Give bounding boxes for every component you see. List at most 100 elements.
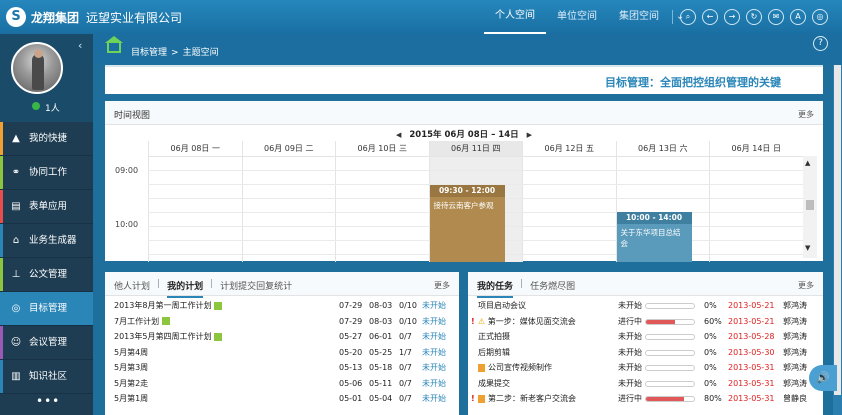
sidebar-item-builder[interactable]: ⌂ 业务生成器 bbox=[0, 224, 93, 258]
plan-name[interactable]: 7月工作计划 bbox=[114, 314, 171, 330]
tab-plan-stats[interactable]: 计划提交回复统计 bbox=[220, 279, 292, 298]
scroll-down-icon[interactable]: ▼ bbox=[805, 244, 810, 252]
task-name[interactable]: 公司宣传视频制作 bbox=[478, 360, 552, 376]
plan-name[interactable]: 5月第1周 bbox=[114, 391, 148, 407]
plan-start: 05-01 bbox=[339, 394, 363, 403]
next-week-icon[interactable]: ▶ bbox=[527, 131, 532, 139]
plan-name[interactable]: 5月第3周 bbox=[114, 360, 148, 376]
day-column[interactable] bbox=[522, 157, 616, 262]
task-due-date: 2013-05-31 bbox=[728, 378, 775, 388]
plan-status: 未开始 bbox=[422, 332, 446, 341]
task-title: 成果提交 bbox=[478, 378, 510, 388]
list-item[interactable]: 2013年5月第四周工作计划 05-27 06-01 0/7 未开始 bbox=[105, 329, 459, 345]
task-name[interactable]: 第二步：新老客户交流会 bbox=[478, 391, 576, 407]
breadcrumb-theme-space[interactable]: 主题空间 bbox=[183, 48, 219, 58]
plan-start: 07-29 bbox=[339, 301, 363, 310]
sidebar-more-icon[interactable]: ••• bbox=[36, 394, 60, 408]
task-status: 未开始 bbox=[618, 378, 642, 388]
help-icon[interactable]: ? bbox=[813, 36, 828, 51]
task-name[interactable]: 成果提交 bbox=[478, 376, 510, 392]
task-percent: 0% bbox=[704, 363, 717, 372]
scroll-thumb[interactable] bbox=[806, 200, 814, 210]
sidebar-item-meetings[interactable]: ☺ 会议管理 bbox=[0, 326, 93, 360]
doc-icon bbox=[478, 394, 485, 403]
list-item[interactable]: 7月工作计划 07-29 08-03 0/10 未开始 bbox=[105, 314, 459, 330]
day-column[interactable] bbox=[335, 157, 429, 262]
plan-name[interactable]: 5月第2走 bbox=[114, 376, 148, 392]
list-item[interactable]: 5月第1周 05-01 05-04 0/7 未开始 bbox=[105, 391, 459, 407]
nav-group-space[interactable]: 集团空间 bbox=[608, 0, 670, 34]
tab-my-tasks[interactable]: 我的任务 bbox=[477, 279, 514, 298]
plan-name[interactable]: 5月第4周 bbox=[114, 345, 148, 361]
task-name[interactable]: 项目启动会议 bbox=[478, 298, 526, 314]
day-header: 06月 09日 二 bbox=[241, 141, 336, 156]
task-name[interactable]: 正式拍摄 bbox=[478, 329, 510, 345]
list-item[interactable]: ! 第二步：新老客户交流会 进行中 80% 2013-05-31 曾静良 bbox=[468, 391, 823, 407]
day-column[interactable] bbox=[241, 157, 336, 262]
plan-progress: 1/7 bbox=[399, 347, 412, 357]
list-item[interactable]: 2013年8月第一周工作计划 07-29 08-03 0/10 未开始 bbox=[105, 298, 459, 314]
refresh-icon[interactable]: ↻ bbox=[746, 9, 762, 25]
tab-my-plans[interactable]: 我的计划 bbox=[167, 279, 204, 298]
plan-start: 05-27 bbox=[339, 332, 363, 341]
page-scrollbar[interactable] bbox=[833, 65, 842, 415]
avatar[interactable] bbox=[11, 42, 63, 94]
tab-others-plans[interactable]: 他人计划 bbox=[114, 279, 150, 298]
day-column[interactable] bbox=[709, 157, 803, 262]
sidebar-item-label: 公文管理 bbox=[29, 269, 68, 280]
task-name[interactable]: ⚠ 第一步：媒体见面交流会 bbox=[478, 314, 576, 330]
forward-icon[interactable]: → bbox=[724, 9, 740, 25]
list-item[interactable]: 5月第3周 05-13 05-18 0/7 未开始 bbox=[105, 360, 459, 376]
chat-icon[interactable]: ✉ bbox=[768, 9, 784, 25]
list-item[interactable]: 公司宣传视频制作 未开始 0% 2013-05-31 郭鸿涛 bbox=[468, 360, 823, 376]
list-item[interactable]: 项目启动会议 未开始 0% 2013-05-21 郭鸿涛 bbox=[468, 298, 823, 314]
plan-status: 未开始 bbox=[422, 394, 446, 403]
list-item[interactable]: 5月第2走 05-06 05-11 0/7 未开始 bbox=[105, 376, 459, 392]
plan-progress: 0/10 bbox=[399, 316, 417, 326]
settings-icon[interactable]: ◎ bbox=[812, 9, 828, 25]
list-item[interactable]: 正式拍摄 未开始 0% 2013-05-28 郭鸿涛 bbox=[468, 329, 823, 345]
speaker-icon[interactable]: 🔊 bbox=[809, 365, 837, 391]
home-icon-base[interactable] bbox=[107, 41, 121, 53]
list-item[interactable]: 5月第4周 05-20 05-25 1/7 未开始 bbox=[105, 345, 459, 361]
list-item[interactable]: 后期剪辑 未开始 0% 2013-05-30 郭鸿涛 bbox=[468, 345, 823, 361]
list-item[interactable]: 成果提交 未开始 0% 2013-05-31 郭鸿涛 bbox=[468, 376, 823, 392]
sidebar-item-forms[interactable]: ▤ 表单应用 bbox=[0, 190, 93, 224]
ab-icon[interactable]: A bbox=[790, 9, 806, 25]
task-due-date: 2013-05-28 bbox=[728, 332, 775, 341]
more-link[interactable]: 更多 bbox=[434, 280, 450, 291]
plans-panel: 他人计划 | 我的计划 | 计划提交回复统计 更多 2013年8月第一周工作计划 07… bbox=[105, 272, 459, 415]
calendar-event[interactable]: 09:30 - 12:00 接待云南客户参观 bbox=[429, 185, 505, 262]
task-name[interactable]: 后期剪辑 bbox=[478, 345, 510, 361]
day-column[interactable] bbox=[148, 157, 242, 262]
sidebar-item-my-shortcuts[interactable]: ▲ 我的快捷 bbox=[0, 122, 93, 156]
sidebar-item-documents[interactable]: ⊥ 公文管理 bbox=[0, 258, 93, 292]
search-icon[interactable]: ⌕ bbox=[680, 9, 696, 25]
plan-start: 05-20 bbox=[339, 347, 363, 357]
nav-unit-space[interactable]: 单位空间 bbox=[546, 0, 608, 34]
breadcrumb-goals[interactable]: 目标管理 bbox=[131, 48, 167, 58]
sidebar-item-goals[interactable]: ◎ 目标管理 bbox=[0, 292, 93, 326]
sidebar-item-knowledge[interactable]: ▥ 知识社区 bbox=[0, 360, 93, 394]
list-item[interactable]: ! ⚠ 第一步：媒体见面交流会 进行中 60% 2013-05-21 郭鸿涛 bbox=[468, 314, 823, 330]
back-icon[interactable]: ← bbox=[702, 9, 718, 25]
calendar-scrollbar[interactable]: ▲ ▼ bbox=[803, 156, 817, 258]
prev-week-icon[interactable]: ◀ bbox=[396, 131, 401, 139]
nav-personal-space[interactable]: 个人空间 bbox=[484, 0, 546, 34]
more-link[interactable]: 更多 bbox=[798, 109, 814, 120]
plan-name[interactable]: 2013年5月第四周工作计划 bbox=[114, 329, 223, 345]
calendar-event[interactable]: 10:00 - 14:00 关于东华项目总结会 bbox=[616, 212, 692, 262]
page-scroll-thumb[interactable] bbox=[834, 65, 841, 395]
sidebar-item-label: 业务生成器 bbox=[29, 235, 77, 246]
scroll-up-icon[interactable]: ▲ bbox=[805, 159, 810, 167]
task-status: 进行中 bbox=[618, 394, 642, 403]
task-tabs: 我的任务 | 任务燃尽图 bbox=[477, 279, 575, 298]
tab-burndown[interactable]: 任务燃尽图 bbox=[530, 279, 575, 298]
tasks-panel: 我的任务 | 任务燃尽图 更多 项目启动会议 未开始 0% 2013-05-21 郭鸿涛!… bbox=[468, 272, 823, 415]
day-header: 06月 08日 一 bbox=[148, 141, 242, 156]
collapse-sidebar-icon[interactable]: ‹ bbox=[78, 39, 82, 52]
sidebar-item-collaboration[interactable]: ⚭ 协同工作 bbox=[0, 156, 93, 190]
plan-name[interactable]: 2013年8月第一周工作计划 bbox=[114, 298, 223, 314]
progress-fill bbox=[646, 397, 685, 401]
more-link[interactable]: 更多 bbox=[798, 280, 814, 291]
